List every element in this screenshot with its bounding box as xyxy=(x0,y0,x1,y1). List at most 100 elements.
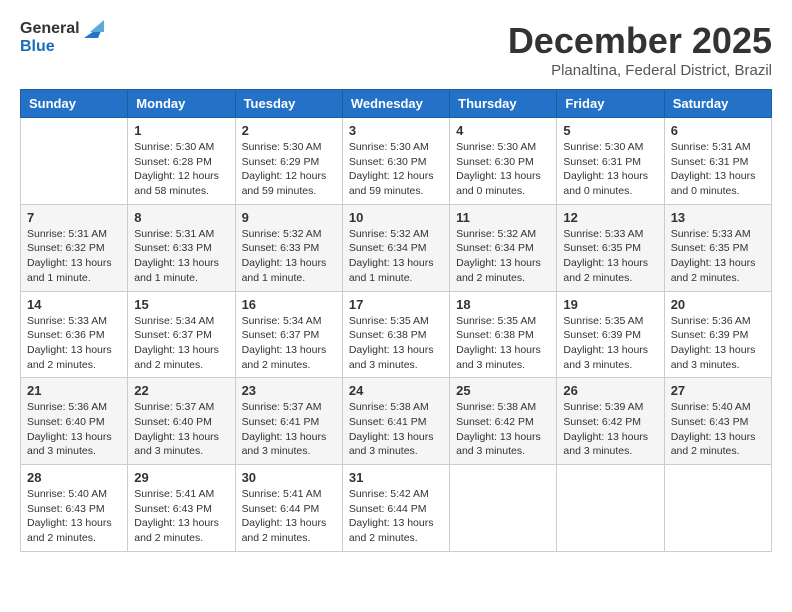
day-info: Sunrise: 5:37 AM Sunset: 6:40 PM Dayligh… xyxy=(134,400,228,459)
day-number: 14 xyxy=(27,297,121,312)
calendar-cell: 23Sunrise: 5:37 AM Sunset: 6:41 PM Dayli… xyxy=(235,378,342,465)
calendar-week-1: 1 Sunrise: 5:30 AM Sunset: 6:28 PM Daylig… xyxy=(21,118,772,205)
calendar-cell: 22Sunrise: 5:37 AM Sunset: 6:40 PM Dayli… xyxy=(128,378,235,465)
day-info: Sunrise: 5:41 AM Sunset: 6:43 PM Dayligh… xyxy=(134,487,228,546)
day-header-friday: Friday xyxy=(557,90,664,118)
day-number: 9 xyxy=(242,210,336,225)
calendar-week-4: 21 Sunrise: 5:36 AM Sunset: 6:40 PM Dayli… xyxy=(21,378,772,465)
day-header-saturday: Saturday xyxy=(664,90,771,118)
calendar-table: SundayMondayTuesdayWednesdayThursdayFrid… xyxy=(20,89,772,552)
day-number: 13 xyxy=(671,210,765,225)
location: Planaltina, Federal District, Brazil xyxy=(508,62,772,79)
day-number: 3 xyxy=(349,123,443,138)
calendar-cell: 14 Sunrise: 5:33 AM Sunset: 6:36 PM Dayli… xyxy=(21,291,128,378)
day-info: Sunrise: 5:40 AM Sunset: 6:43 PM Dayligh… xyxy=(27,487,121,546)
calendar-cell: 8Sunrise: 5:31 AM Sunset: 6:33 PM Daylig… xyxy=(128,204,235,291)
day-info: Sunrise: 5:35 AM Sunset: 6:38 PM Dayligh… xyxy=(349,314,443,373)
day-number: 25 xyxy=(456,383,550,398)
calendar-cell xyxy=(450,465,557,552)
calendar-cell: 28 Sunrise: 5:40 AM Sunset: 6:43 PM Dayli… xyxy=(21,465,128,552)
calendar-cell: 1 Sunrise: 5:30 AM Sunset: 6:28 PM Daylig… xyxy=(128,118,235,205)
day-info: Sunrise: 5:31 AM Sunset: 6:31 PM Dayligh… xyxy=(671,140,765,199)
day-number: 27 xyxy=(671,383,765,398)
calendar-cell: 16 Sunrise: 5:34 AM Sunset: 6:37 PM Dayli… xyxy=(235,291,342,378)
calendar-cell: 24 Sunrise: 5:38 AM Sunset: 6:41 PM Dayli… xyxy=(342,378,449,465)
calendar-cell: 4 Sunrise: 5:30 AM Sunset: 6:30 PM Daylig… xyxy=(450,118,557,205)
day-info: Sunrise: 5:37 AM Sunset: 6:41 PM Dayligh… xyxy=(242,400,336,459)
day-info: Sunrise: 5:30 AM Sunset: 6:28 PM Dayligh… xyxy=(134,140,228,199)
day-number: 31 xyxy=(349,470,443,485)
day-info: Sunrise: 5:32 AM Sunset: 6:34 PM Dayligh… xyxy=(349,227,443,286)
day-info: Sunrise: 5:36 AM Sunset: 6:40 PM Dayligh… xyxy=(27,400,121,459)
day-number: 4 xyxy=(456,123,550,138)
calendar-cell: 11 Sunrise: 5:32 AM Sunset: 6:34 PM Dayli… xyxy=(450,204,557,291)
calendar-cell: 3 Sunrise: 5:30 AM Sunset: 6:30 PM Daylig… xyxy=(342,118,449,205)
day-number: 2 xyxy=(242,123,336,138)
title-area: December 2025 Planaltina, Federal Distri… xyxy=(508,20,772,79)
calendar-cell xyxy=(557,465,664,552)
day-info: Sunrise: 5:32 AM Sunset: 6:33 PM Dayligh… xyxy=(242,227,336,286)
day-header-wednesday: Wednesday xyxy=(342,90,449,118)
day-number: 26 xyxy=(563,383,657,398)
calendar-cell: 9 Sunrise: 5:32 AM Sunset: 6:33 PM Daylig… xyxy=(235,204,342,291)
day-info: Sunrise: 5:34 AM Sunset: 6:37 PM Dayligh… xyxy=(242,314,336,373)
day-number: 15 xyxy=(134,297,228,312)
day-info: Sunrise: 5:33 AM Sunset: 6:35 PM Dayligh… xyxy=(563,227,657,286)
day-header-tuesday: Tuesday xyxy=(235,90,342,118)
calendar-cell: 29 Sunrise: 5:41 AM Sunset: 6:43 PM Dayli… xyxy=(128,465,235,552)
calendar-cell: 10 Sunrise: 5:32 AM Sunset: 6:34 PM Dayli… xyxy=(342,204,449,291)
day-info: Sunrise: 5:35 AM Sunset: 6:39 PM Dayligh… xyxy=(563,314,657,373)
day-info: Sunrise: 5:33 AM Sunset: 6:36 PM Dayligh… xyxy=(27,314,121,373)
day-number: 11 xyxy=(456,210,550,225)
day-header-thursday: Thursday xyxy=(450,90,557,118)
calendar-cell: 17 Sunrise: 5:35 AM Sunset: 6:38 PM Dayli… xyxy=(342,291,449,378)
day-info: Sunrise: 5:38 AM Sunset: 6:41 PM Dayligh… xyxy=(349,400,443,459)
day-info: Sunrise: 5:38 AM Sunset: 6:42 PM Dayligh… xyxy=(456,400,550,459)
calendar-cell: 20 Sunrise: 5:36 AM Sunset: 6:39 PM Dayli… xyxy=(664,291,771,378)
day-header-sunday: Sunday xyxy=(21,90,128,118)
month-title: December 2025 xyxy=(508,20,772,62)
calendar-cell: 13Sunrise: 5:33 AM Sunset: 6:35 PM Dayli… xyxy=(664,204,771,291)
day-number: 12 xyxy=(563,210,657,225)
day-number: 24 xyxy=(349,383,443,398)
calendar-cell xyxy=(21,118,128,205)
day-info: Sunrise: 5:34 AM Sunset: 6:37 PM Dayligh… xyxy=(134,314,228,373)
day-number: 5 xyxy=(563,123,657,138)
day-number: 29 xyxy=(134,470,228,485)
day-number: 16 xyxy=(242,297,336,312)
day-number: 1 xyxy=(134,123,228,138)
day-info: Sunrise: 5:30 AM Sunset: 6:30 PM Dayligh… xyxy=(349,140,443,199)
calendar-week-5: 28 Sunrise: 5:40 AM Sunset: 6:43 PM Dayli… xyxy=(21,465,772,552)
day-number: 10 xyxy=(349,210,443,225)
day-number: 21 xyxy=(27,383,121,398)
calendar-cell: 7Sunrise: 5:31 AM Sunset: 6:32 PM Daylig… xyxy=(21,204,128,291)
day-number: 18 xyxy=(456,297,550,312)
logo-bird-icon xyxy=(80,20,104,56)
page-header: GeneralBlue December 2025 Planaltina, Fe… xyxy=(20,20,772,79)
day-info: Sunrise: 5:30 AM Sunset: 6:31 PM Dayligh… xyxy=(563,140,657,199)
day-info: Sunrise: 5:30 AM Sunset: 6:30 PM Dayligh… xyxy=(456,140,550,199)
day-info: Sunrise: 5:39 AM Sunset: 6:42 PM Dayligh… xyxy=(563,400,657,459)
calendar-cell: 18Sunrise: 5:35 AM Sunset: 6:38 PM Dayli… xyxy=(450,291,557,378)
day-info: Sunrise: 5:41 AM Sunset: 6:44 PM Dayligh… xyxy=(242,487,336,546)
calendar-cell: 30Sunrise: 5:41 AM Sunset: 6:44 PM Dayli… xyxy=(235,465,342,552)
day-number: 7 xyxy=(27,210,121,225)
calendar-cell: 5 Sunrise: 5:30 AM Sunset: 6:31 PM Daylig… xyxy=(557,118,664,205)
calendar-cell: 25 Sunrise: 5:38 AM Sunset: 6:42 PM Dayli… xyxy=(450,378,557,465)
calendar-cell: 15 Sunrise: 5:34 AM Sunset: 6:37 PM Dayli… xyxy=(128,291,235,378)
logo: GeneralBlue xyxy=(20,20,104,56)
day-number: 20 xyxy=(671,297,765,312)
day-info: Sunrise: 5:36 AM Sunset: 6:39 PM Dayligh… xyxy=(671,314,765,373)
day-number: 28 xyxy=(27,470,121,485)
calendar-cell: 19Sunrise: 5:35 AM Sunset: 6:39 PM Dayli… xyxy=(557,291,664,378)
day-number: 17 xyxy=(349,297,443,312)
calendar-cell: 21 Sunrise: 5:36 AM Sunset: 6:40 PM Dayli… xyxy=(21,378,128,465)
logo-blue: Blue xyxy=(20,38,80,56)
calendar-cell xyxy=(664,465,771,552)
calendar-header-row: SundayMondayTuesdayWednesdayThursdayFrid… xyxy=(21,90,772,118)
day-info: Sunrise: 5:32 AM Sunset: 6:34 PM Dayligh… xyxy=(456,227,550,286)
calendar-week-3: 14 Sunrise: 5:33 AM Sunset: 6:36 PM Dayli… xyxy=(21,291,772,378)
calendar-cell: 2Sunrise: 5:30 AM Sunset: 6:29 PM Daylig… xyxy=(235,118,342,205)
day-number: 6 xyxy=(671,123,765,138)
calendar-cell: 6 Sunrise: 5:31 AM Sunset: 6:31 PM Daylig… xyxy=(664,118,771,205)
